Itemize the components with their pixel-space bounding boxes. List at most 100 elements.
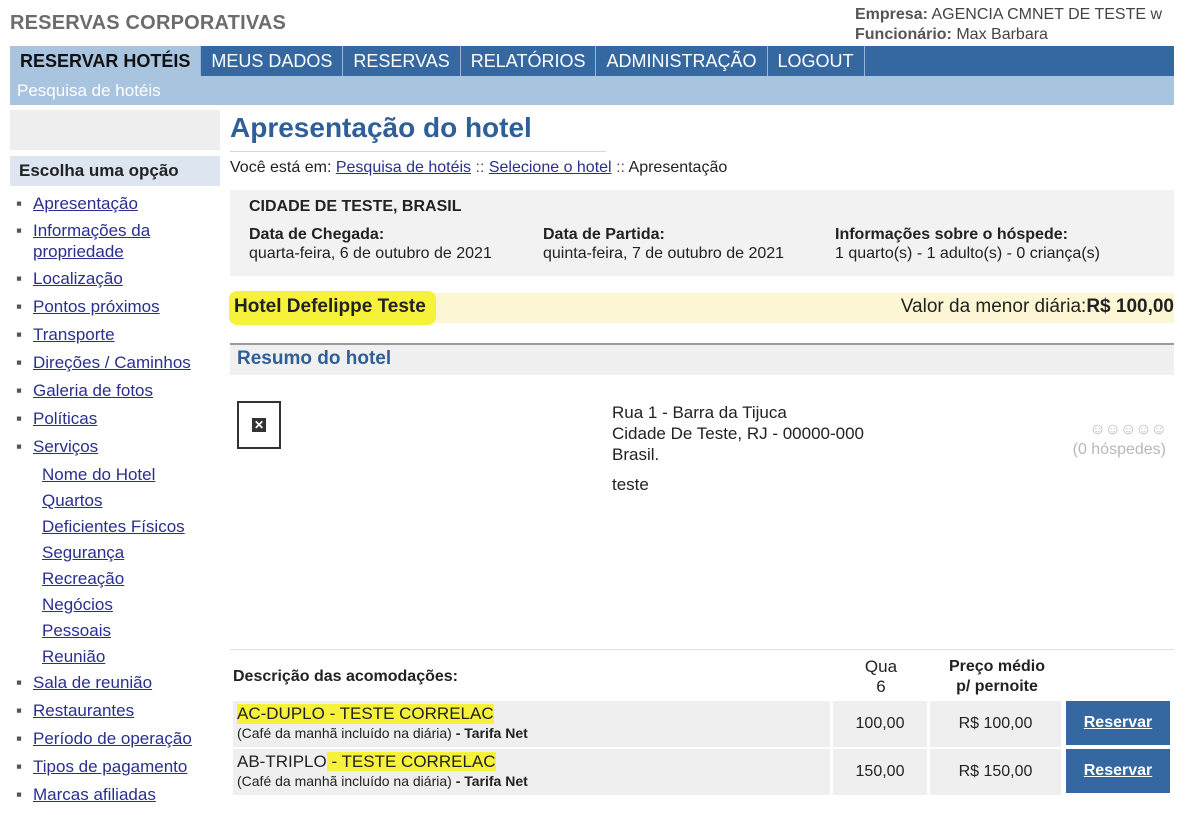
guests-label: Informações sobre o hóspede: [835, 226, 1068, 243]
address-line3: Brasil. [612, 445, 660, 464]
sidebar-subitem: Recreação [10, 568, 225, 589]
address-line1: Rua 1 - Barra da Tijuca [612, 403, 787, 422]
empresa-label: Empresa: [855, 6, 928, 23]
sidebar-link-nome-hotel[interactable]: Nome do Hotel [42, 465, 155, 484]
sidebar-item: ▪ Informações da propriedade [16, 221, 151, 261]
guests-block: Informações sobre o hóspede: 1 quarto(s)… [835, 225, 1100, 263]
sidebar-link-restaurantes[interactable]: Restaurantes [33, 701, 134, 720]
rating-smiley-icons: ☺☺☺☺☺ [1089, 421, 1167, 438]
sidebar-link-galeria[interactable]: Galeria de fotos [33, 381, 153, 400]
room-name-part2: - TESTE CORRELAC [326, 752, 496, 771]
checkout-label: Data de Partida: [543, 226, 665, 243]
sidebar-link-apresentacao[interactable]: Apresentação [33, 194, 138, 213]
breadcrumb: Você está em: Pesquisa de hotéis :: Sele… [230, 159, 727, 177]
sidebar-item: ▪ Restaurantes [16, 701, 135, 720]
rooms-qty-header-line1: Qua [864, 657, 898, 676]
sidebar-link-reuniao[interactable]: Reunião [42, 647, 105, 666]
checkin-value: quarta-feira, 6 de outubro de 2021 [249, 245, 492, 262]
rooms-price-header-line2: p/ pernoite [956, 678, 1038, 695]
subnav-pesquisa-hoteis[interactable]: Pesquisa de hotéis [10, 81, 161, 100]
room-desc-cell: AC-DUPLO - TESTE CORRELAC (Café da manhã… [233, 701, 830, 747]
guests-value: 1 quarto(s) - 1 adulto(s) - 0 criança(s) [835, 245, 1100, 262]
room-name: AC-DUPLO - TESTE CORRELAC [237, 704, 494, 724]
hotel-photo[interactable]: ✕ [237, 401, 281, 449]
sidebar-subitem: Segurança [10, 542, 225, 563]
room-name: AB-TRIPLO - TESTE CORRELAC [237, 752, 496, 772]
sidebar-link-quartos[interactable]: Quartos [42, 491, 102, 510]
sidebar-item: ▪ Direções / Caminhos [16, 353, 191, 372]
sidebar-link-pagamento[interactable]: Tipos de pagamento [33, 757, 187, 776]
funcionario-label: Funcionário: [855, 26, 952, 43]
sidebar-link-servicos[interactable]: Serviços [33, 437, 98, 456]
reservar-button[interactable]: Reservar [1066, 749, 1170, 793]
sidebar-link-recreacao[interactable]: Recreação [42, 569, 124, 588]
sidebar-subitem: Deficientes Físicos [10, 516, 225, 537]
room-price: R$ 100,00 [930, 701, 1061, 747]
hotel-address: Rua 1 - Barra da Tijuca Cidade De Teste,… [612, 402, 864, 495]
sidebar-item: ▪ Tipos de pagamento [16, 757, 188, 776]
room-qty: 100,00 [833, 701, 927, 747]
rooms-desc-header: Descrição das acomodações: [233, 668, 458, 685]
sidebar-item: ▪ Localização [16, 269, 123, 288]
sidebar-item: ▪ Marcas afiliadas [16, 785, 156, 804]
room-qty: 150,00 [833, 749, 927, 795]
search-summary: CIDADE DE TESTE, BRASIL Data de Chegada:… [230, 190, 1174, 276]
room-price: R$ 150,00 [930, 749, 1061, 795]
room-desc-cell: AB-TRIPLO - TESTE CORRELAC (Café da manh… [233, 749, 830, 795]
breadcrumb-sep: :: [616, 159, 625, 176]
breadcrumb-link-selecione[interactable]: Selecione o hotel [489, 159, 612, 176]
sidebar-link-transporte[interactable]: Transporte [33, 325, 115, 344]
sidebar-subitem: Nome do Hotel [10, 464, 225, 485]
breadcrumb-link-pesquisa[interactable]: Pesquisa de hotéis [336, 159, 471, 176]
company-info: Empresa: AGENCIA CMNET DE TESTE w Funcio… [855, 5, 1162, 45]
sidebar-link-politicas[interactable]: Políticas [33, 409, 97, 428]
sidebar-link-seguranca[interactable]: Segurança [42, 543, 124, 562]
sidebar-item: ▪ Galeria de fotos [16, 381, 154, 400]
sidebar-item: ▪ Políticas [16, 409, 98, 428]
rooms-qty-header-line2: 6 [876, 677, 886, 696]
checkout-block: Data de Partida: quinta-feira, 7 de outu… [543, 225, 784, 263]
summary-title: Resumo do hotel [237, 348, 392, 369]
min-price-value: R$ 100,00 [1086, 296, 1174, 317]
sidebar-link-pontos[interactable]: Pontos próximos [33, 297, 160, 316]
broken-image-icon: ✕ [252, 418, 266, 432]
sidebar-link-marcas[interactable]: Marcas afiliadas [33, 785, 156, 804]
min-price: Valor da menor diária:R$ 100,00 [901, 296, 1174, 318]
rooms-qty-header: Qua 6 [844, 657, 918, 697]
nav-reservar-hoteis[interactable]: RESERVAR HOTÉIS [10, 46, 202, 76]
sidebar-subitem: Reunião [10, 646, 225, 667]
rooms-price-header: Preço médio p/ pernoite [932, 657, 1062, 697]
sidebar-subitem: Pessoais [10, 620, 225, 641]
room-name-part1: AB-TRIPLO [237, 752, 327, 771]
main-nav: RESERVAR HOTÉIS MEUS DADOS RESERVAS RELA… [10, 46, 1174, 76]
funcionario-value: Max Barbara [956, 26, 1048, 43]
sidebar-link-periodo[interactable]: Período de operação [33, 729, 192, 748]
address-line2: Cidade De Teste, RJ - 00000-000 [612, 424, 865, 443]
sidebar-link-negocios[interactable]: Negócios [42, 595, 113, 614]
sidebar-link-direcoes[interactable]: Direções / Caminhos [33, 353, 191, 372]
nav-reservas[interactable]: RESERVAS [343, 46, 461, 76]
sidebar-link-deficientes[interactable]: Deficientes Físicos [42, 517, 185, 536]
rooms-price-header-line1: Preço médio [948, 658, 1046, 675]
checkin-block: Data de Chegada: quarta-feira, 6 de outu… [249, 225, 492, 263]
breadcrumb-prefix: Você está em: [230, 159, 332, 176]
sidebar-link-sala-reuniao[interactable]: Sala de reunião [33, 673, 152, 692]
sidebar-item: ▪ Pontos próximos [16, 297, 160, 316]
room-note-text: (Café da manhã incluído na diária) [237, 773, 452, 789]
page-title: Apresentação do hotel [230, 112, 532, 143]
sidebar-link-informacoes[interactable]: Informações da propriedade [33, 221, 150, 261]
sidebar-link-pessoais[interactable]: Pessoais [42, 621, 111, 640]
title-underline [230, 151, 606, 152]
room-tariff: - Tarifa Net [455, 773, 528, 789]
nav-relatorios[interactable]: RELATÓRIOS [461, 46, 597, 76]
nav-administracao[interactable]: ADMINISTRAÇÃO [596, 46, 768, 76]
sidebar-item: ▪ Sala de reunião [16, 673, 153, 692]
sidebar-link-localizacao[interactable]: Localização [33, 269, 123, 288]
sidebar-item: ▪ Período de operação [16, 729, 192, 748]
nav-logout[interactable]: LOGOUT [768, 46, 865, 76]
empresa-value: AGENCIA CMNET DE TESTE w [931, 6, 1163, 23]
sidebar-menu: ▪ Apresentação ▪ Informações da propriedad… [10, 193, 225, 812]
nav-meus-dados[interactable]: MEUS DADOS [201, 46, 344, 76]
section-divider [230, 649, 1174, 650]
reservar-button[interactable]: Reservar [1066, 701, 1170, 745]
